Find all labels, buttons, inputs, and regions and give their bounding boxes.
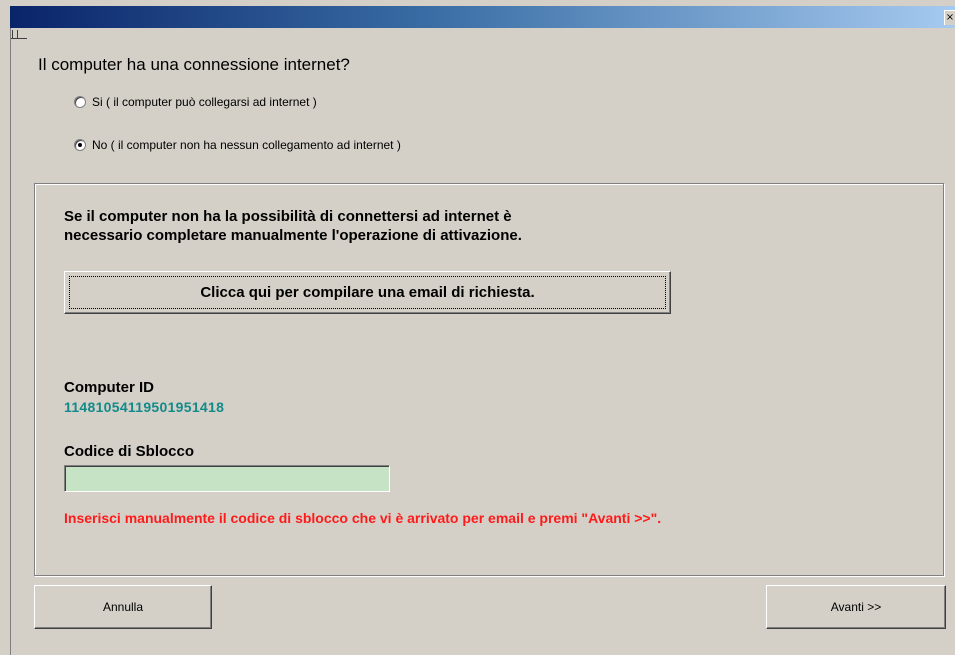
offline-instructions: Se il computer non ha la possibilità di … [64, 207, 522, 245]
unlock-code-label: Codice di Sblocco [64, 443, 195, 460]
option-no[interactable]: No ( il computer non ha nessun collegame… [74, 138, 401, 152]
title-bar: × [10, 6, 955, 28]
unlock-hint: Inserisci manualmente il codice di sbloc… [64, 510, 662, 526]
option-yes-label: Si ( il computer può collegarsi ad inter… [92, 95, 317, 109]
focus-rectangle [69, 276, 666, 309]
unlock-code-input[interactable] [64, 465, 390, 492]
option-yes[interactable]: Si ( il computer può collegarsi ad inter… [74, 95, 317, 109]
compose-email-button[interactable]: Clicca qui per compilare una email di ri… [64, 271, 671, 314]
computer-id-value: 11481054119501951418 [64, 399, 225, 415]
instructions-line-2: necessario completare manualmente l'oper… [64, 227, 522, 244]
splitter-line [11, 38, 27, 39]
option-no-label: No ( il computer non ha nessun collegame… [92, 138, 401, 152]
next-button[interactable]: Avanti >> [766, 585, 946, 629]
connection-question: Il computer ha una connessione internet? [38, 55, 350, 74]
close-button[interactable]: × [944, 10, 955, 25]
radio-yes[interactable] [74, 96, 86, 108]
radio-no[interactable] [74, 139, 86, 151]
instructions-line-1: Se il computer non ha la possibilità di … [64, 208, 512, 225]
splitter-grip[interactable] [12, 30, 18, 38]
cancel-button[interactable]: Annulla [34, 585, 212, 629]
computer-id-label: Computer ID [64, 379, 154, 396]
